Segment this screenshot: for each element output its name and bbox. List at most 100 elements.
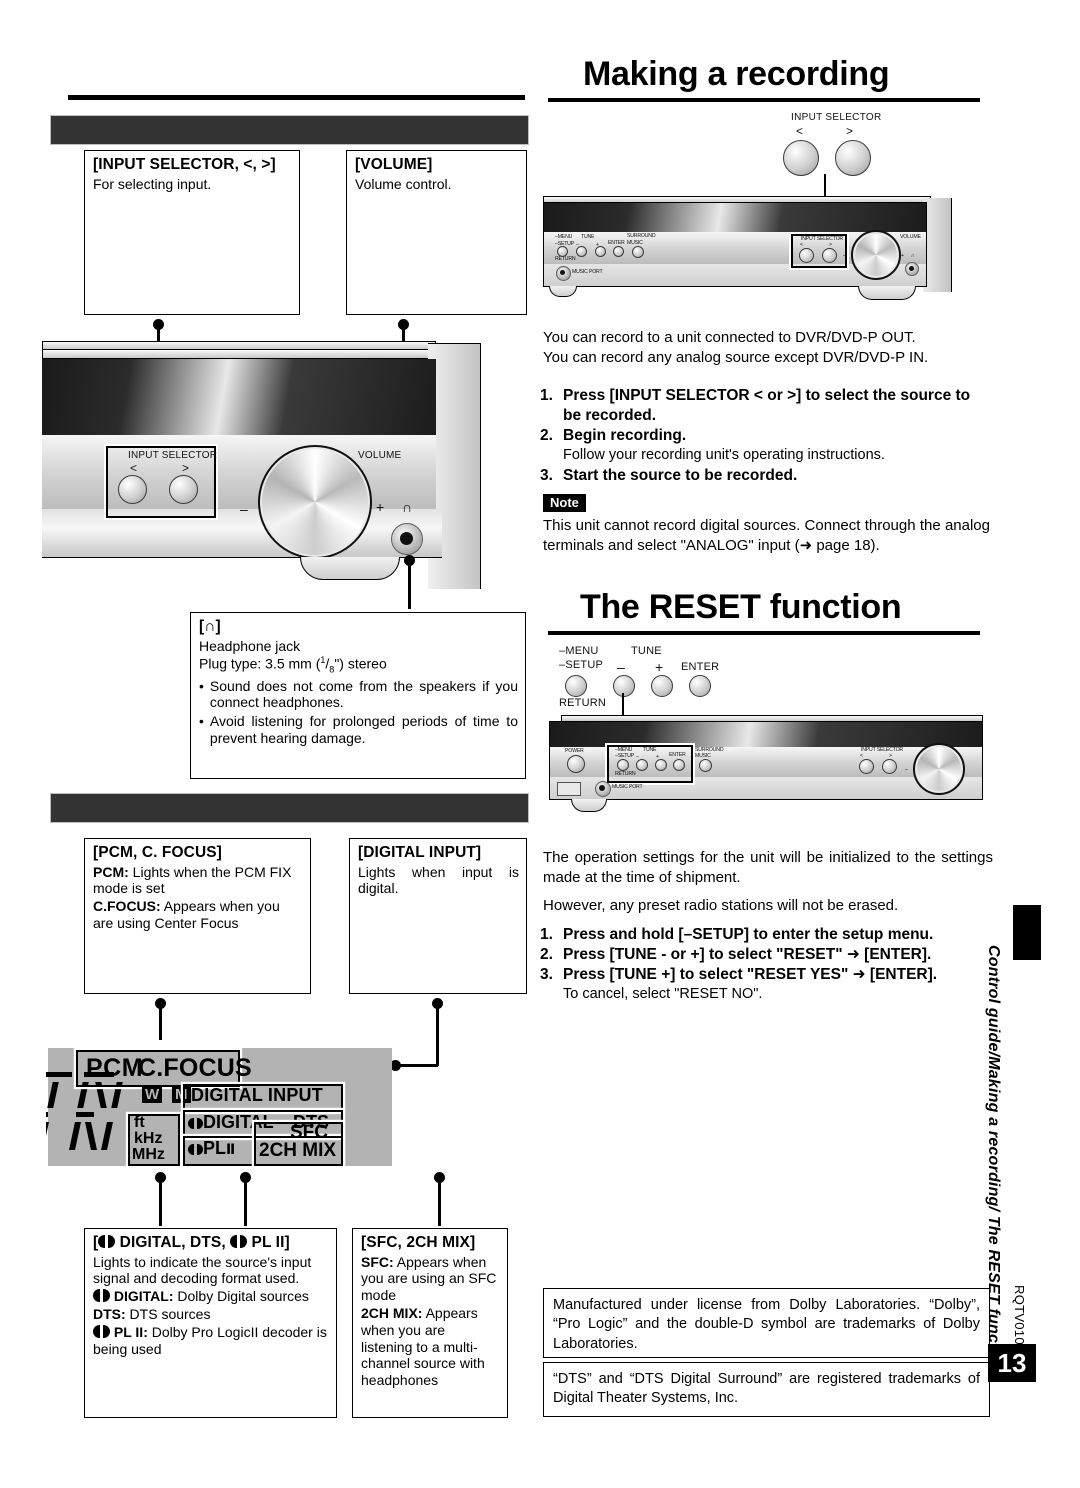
display-seg-pl: PL [203,1138,227,1158]
volume-knob[interactable] [258,445,372,559]
cfocus-bold: C.FOCUS: [93,898,161,915]
setup-button-reset[interactable] [565,675,587,697]
input-selector-right-button-top[interactable] [835,140,871,176]
chassis-foot-reset [571,799,607,812]
left-top-rule [68,95,525,100]
recording-intro-line-2: You can record any analog source except … [543,348,929,366]
display-seg-digital-input: DIGITAL INPUT [191,1085,323,1105]
setup-button-right[interactable] [557,246,568,257]
surround-music-button-reset[interactable] [699,759,712,772]
callout-formats-row-1: DIGITAL: Dolby Digital sources [93,1288,329,1305]
volume-knob-right[interactable] [851,230,901,280]
reset-step-1: 1. Press and hold [–SETUP] to enter the … [540,925,995,945]
trademark-box-dts: “DTS” and “DTS Digital Surround” are reg… [543,1362,990,1417]
callout-headphone-line1: Headphone jack [199,637,301,654]
display-window [42,359,436,436]
leader-line-sfc [438,1178,441,1226]
formats-r1-bold: DIGITAL: [110,1288,174,1305]
recording-steps: 1. Press [INPUT SELECTOR < or >] to sele… [540,386,985,486]
sidebar-running-head: Control guide/Making a recording/ The RE… [985,945,1002,1374]
label-input-selector-top: INPUT SELECTOR [791,112,882,123]
step-text: Press [INPUT SELECTOR < or >] to select … [563,387,971,425]
enter-button-panel-reset[interactable] [673,759,685,771]
callout-sfc-heading: [SFC, 2CH MIX] [361,1234,476,1251]
input-selector-right-button-reset[interactable] [882,759,897,774]
chassis-foot [300,557,400,580]
mlabel-music-port: MUSIC PORT [572,269,603,275]
callout-sfc-line1: SFC: Appears when you are using an SFC m… [361,1254,500,1304]
label-return-reset: RETURN [559,697,607,709]
input-selector-right-button-panel-right[interactable] [822,248,837,263]
trademark-box-dolby: Manufactured under license from Dolby La… [543,1288,990,1358]
enter-button-reset[interactable] [689,675,711,697]
callout-pcm-cfocus: [PCM, C. FOCUS] PCM: Lights when the PCM… [84,838,311,994]
receiver-illustration-left: INPUT SELECTOR < > VOLUME – + ∩ [42,333,512,603]
leader-line-digital-input-v [436,1004,439,1066]
callout-formats-row-3: PL II: Dolby Pro LogicII decoder is bein… [93,1324,329,1358]
step-number: 3. [540,467,553,485]
input-selector-left-button-panel-right[interactable] [799,248,814,263]
power-button-reset[interactable] [567,755,585,773]
label-volume: VOLUME [358,450,402,461]
tune-plus-button-reset[interactable] [651,675,673,697]
tune-minus-button-reset[interactable] [613,675,635,697]
input-selector-left-button-top[interactable] [783,140,819,176]
callout-volume-heading: [VOLUME] [355,156,433,173]
callout-volume: [VOLUME] Volume control. [346,150,527,315]
tune-minus-button-panel-reset[interactable] [636,759,648,771]
double-d-icon [93,1324,110,1338]
label-input-selector: INPUT SELECTOR [128,450,218,461]
reset-step-2: 2. Press [TUNE - or +] to select "RESET"… [540,945,995,965]
callout-formats-row-2: DTS: DTS sources [93,1306,329,1323]
tune-minus-button-right[interactable] [576,246,587,257]
callout-digital-input-body: Lights when input is digital. [358,863,519,897]
input-selector-left-button[interactable] [118,475,147,504]
mlabel-return-reset2: RETURN [615,771,636,777]
formats-r2-bold: DTS: [93,1305,126,1322]
volume-knob-reset[interactable] [913,743,965,795]
input-selector-right-button[interactable] [169,475,198,504]
headphone-jack-hole-right [909,266,914,271]
mlabel-tune-reset2: TUNE [643,747,657,753]
mlabel-input-selector-right: INPUT SELECTOR [801,236,843,242]
manual-page: Making a recording [INPUT SELECTOR, <, >… [0,0,1080,1488]
label-menu-reset: MENU [565,645,599,657]
reset-paragraph-1: The operation settings for the unit will… [543,849,993,886]
section-header-bar-2 [50,793,529,823]
panel-flap-reset [557,782,581,796]
display-seg-cfocus: C.FOCUS [138,1054,252,1082]
step-text: Press [TUNE +] to select "RESET YES" ➜ [… [563,966,938,984]
double-d-icon [98,1235,116,1248]
formats-r3-bold: PL II: [110,1323,148,1340]
callout-pcm-line2: C.FOCUS: Appears when you are using Cent… [93,898,303,932]
display-seg-pcm: PCM [86,1054,144,1082]
display-seg-w: W [142,1086,163,1103]
callout-digital-input-heading: [DIGITAL INPUT] [358,844,482,861]
reset-paragraph-2: However, any preset radio stations will … [543,897,899,914]
display-seg-pl-ii: Ⅱ [226,1141,236,1157]
label-arrow-left: < [130,461,138,475]
surround-music-button-right[interactable] [632,246,644,258]
front-panel-band [42,435,436,509]
tune-plus-button-right[interactable] [595,246,606,257]
page-title-making-a-recording: Making a recording [583,55,890,93]
callout-formats-intro: Lights to indicate the source's input si… [93,1253,312,1287]
callout-digital-input: [DIGITAL INPUT] Lights when input is dig… [349,838,527,994]
2ch-bold: 2CH MIX: [361,1304,423,1321]
label-tune-plus-reset: + [655,659,664,675]
mlabel-volume-right: VOLUME [900,234,921,240]
mlabel-music: MUSIC [627,240,643,246]
label-headphone-symbol: ∩ [402,499,413,515]
callout-headphone-jack: [∩] Headphone jack Plug type: 3.5 mm (1/… [190,612,526,779]
setup-button-panel-reset[interactable] [617,759,629,771]
enter-button-right[interactable] [613,246,624,257]
label-arrow-left-top: < [796,124,804,138]
formats-heading-b: PL II] [247,1234,290,1251]
note-badge: Note [543,494,586,512]
input-selector-left-button-reset[interactable] [859,759,874,774]
recording-step-2: 2. Begin recording. [540,426,985,446]
callout-pcm-line1: PCM: Lights when the PCM FIX mode is set [93,864,303,898]
step-number: 2. [540,427,553,445]
tune-plus-button-panel-reset[interactable] [655,759,667,771]
display-seg-dolby-pl2: PLⅡ [188,1138,235,1159]
